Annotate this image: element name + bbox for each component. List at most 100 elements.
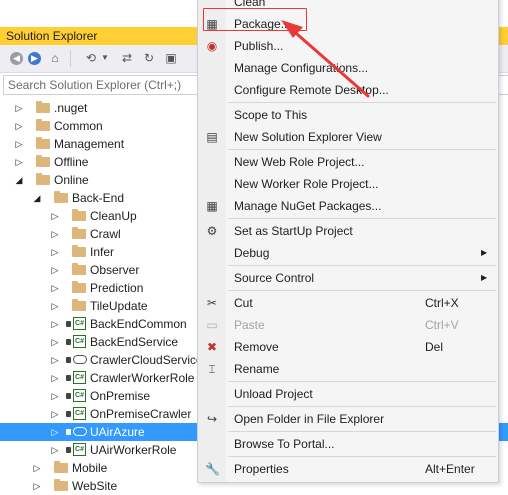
back-icon[interactable]: ◀ bbox=[10, 52, 23, 65]
menu-item-label: Publish... bbox=[234, 39, 284, 53]
expand-arrow-icon[interactable]: ▷ bbox=[50, 387, 60, 405]
menu-item-manage-nuget-packages[interactable]: ▦ Manage NuGet Packages... bbox=[198, 195, 498, 217]
menu-item-new-web-role-project[interactable]: New Web Role Project... bbox=[198, 151, 498, 173]
expand-arrow-icon[interactable]: ▷ bbox=[50, 243, 60, 261]
tree-item-label: Common bbox=[54, 119, 103, 133]
forward-icon[interactable]: ▶ bbox=[28, 52, 41, 65]
menu-item-new-solution-explorer-view[interactable]: ▤ New Solution Explorer View bbox=[198, 126, 498, 148]
menu-separator bbox=[228, 456, 496, 457]
expand-arrow-icon[interactable]: ▷ bbox=[14, 99, 24, 117]
menu-item-label: Properties bbox=[234, 462, 289, 476]
tree-item-label: UAirWorkerRole bbox=[90, 443, 177, 457]
tree-item-label: CrawlerCloudService bbox=[90, 353, 203, 367]
tree-item-label: OnPremise bbox=[90, 389, 151, 403]
expand-arrow-icon[interactable]: ▷ bbox=[50, 369, 60, 387]
menu-item-paste[interactable]: ▭ Paste Ctrl+V bbox=[198, 314, 498, 336]
expand-arrow-icon[interactable]: ▷ bbox=[14, 135, 24, 153]
home-icon[interactable]: ⌂ bbox=[48, 50, 62, 66]
submenu-arrow-icon: ▶ bbox=[481, 248, 488, 257]
highlight-box bbox=[203, 8, 307, 31]
menu-item-label: Debug bbox=[234, 246, 270, 260]
expand-arrow-icon[interactable]: ▷ bbox=[14, 117, 24, 135]
menu-item-scope-to-this[interactable]: Scope to This bbox=[198, 104, 498, 126]
menu-item-label: Unload Project bbox=[234, 387, 313, 401]
menu-item-shortcut: Ctrl+V bbox=[425, 318, 459, 332]
menu-item-source-control[interactable]: Source Control ▶ bbox=[198, 267, 498, 289]
expand-arrow-icon[interactable]: ▷ bbox=[50, 423, 60, 441]
menu-item-browse-to-portal[interactable]: Browse To Portal... bbox=[198, 433, 498, 455]
csharp-project-icon: C# bbox=[73, 443, 86, 456]
menu-separator bbox=[228, 431, 496, 432]
expand-arrow-icon[interactable]: ▷ bbox=[50, 405, 60, 423]
menu-item-cut[interactable]: ✂ Cut Ctrl+X bbox=[198, 292, 498, 314]
sync-icon[interactable]: ⇄ bbox=[120, 50, 134, 66]
expand-arrow-icon[interactable]: ▷ bbox=[50, 261, 60, 279]
menu-separator bbox=[228, 102, 496, 103]
history-icon[interactable]: ⟲ bbox=[84, 50, 98, 66]
tree-item-label: Online bbox=[54, 173, 89, 187]
nuget-icon: ▦ bbox=[206, 199, 218, 213]
cloud-project-icon bbox=[73, 427, 87, 436]
collapse-arrow-icon[interactable]: ◢ bbox=[14, 171, 24, 189]
menu-item-label: Source Control bbox=[234, 271, 315, 285]
csharp-project-icon: C# bbox=[73, 335, 86, 348]
expand-arrow-icon[interactable]: ▷ bbox=[50, 441, 60, 459]
menu-item-label: Scope to This bbox=[234, 108, 308, 122]
tree-item-label: Crawl bbox=[90, 227, 121, 241]
wrench-icon: 🔧 bbox=[205, 462, 220, 476]
folder-icon bbox=[54, 479, 68, 491]
menu-item-publish[interactable]: ◉ Publish... bbox=[198, 35, 498, 57]
menu-item-shortcut: Del bbox=[425, 340, 444, 354]
gear-icon: ⚙ bbox=[206, 224, 218, 238]
expand-arrow-icon[interactable]: ▷ bbox=[50, 279, 60, 297]
tree-item-label: Offline bbox=[54, 155, 89, 169]
cloud-project-icon bbox=[73, 355, 87, 364]
tree-item-label: TileUpdate bbox=[90, 299, 148, 313]
folder-icon bbox=[72, 227, 86, 239]
menu-item-label: New Solution Explorer View bbox=[234, 130, 382, 144]
tree-item-label: Back-End bbox=[72, 191, 125, 205]
csharp-project-icon: C# bbox=[73, 371, 86, 384]
menu-item-label: Cut bbox=[234, 296, 253, 310]
folder-icon bbox=[72, 263, 86, 275]
refresh-icon[interactable]: ↻ bbox=[142, 50, 156, 66]
menu-item-shortcut: Alt+Enter bbox=[425, 462, 475, 476]
open-folder-icon: ↪ bbox=[206, 412, 218, 426]
expand-arrow-icon[interactable]: ▷ bbox=[50, 333, 60, 351]
lock-icon bbox=[66, 375, 71, 381]
menu-item-remove[interactable]: ✖ Remove Del bbox=[198, 336, 498, 358]
tree-item-label: OnPremiseCrawler bbox=[90, 407, 192, 421]
expand-arrow-icon[interactable]: ▷ bbox=[50, 315, 60, 333]
expand-arrow-icon[interactable]: ▷ bbox=[50, 351, 60, 369]
menu-item-set-as-startup-project[interactable]: ⚙ Set as StartUp Project bbox=[198, 220, 498, 242]
menu-item-open-folder-in-file-explorer[interactable]: ↪ Open Folder in File Explorer bbox=[198, 408, 498, 430]
csharp-project-icon: C# bbox=[73, 317, 86, 330]
menu-item-label: Browse To Portal... bbox=[234, 437, 335, 451]
expand-arrow-icon[interactable]: ▷ bbox=[14, 153, 24, 171]
tree-item-label: UAirAzure bbox=[90, 425, 145, 439]
expand-arrow-icon[interactable]: ▷ bbox=[32, 477, 42, 495]
collapse-arrow-icon[interactable]: ◢ bbox=[32, 189, 42, 207]
menu-item-debug[interactable]: Debug ▶ bbox=[198, 242, 498, 264]
tree-item-label: CleanUp bbox=[90, 209, 137, 223]
menu-item-configure-remote-desktop[interactable]: Configure Remote Desktop... bbox=[198, 79, 498, 101]
tree-item-label: CrawlerWorkerRole bbox=[90, 371, 195, 385]
menu-item-shortcut: Ctrl+X bbox=[425, 296, 459, 310]
menu-item-properties[interactable]: 🔧 Properties Alt+Enter bbox=[198, 458, 498, 480]
folder-icon bbox=[36, 173, 50, 185]
menu-item-label: Remove bbox=[234, 340, 279, 354]
expand-arrow-icon[interactable]: ▷ bbox=[32, 459, 42, 477]
folder-icon bbox=[72, 281, 86, 293]
menu-item-unload-project[interactable]: Unload Project bbox=[198, 383, 498, 405]
lock-icon bbox=[66, 411, 71, 417]
menu-item-rename[interactable]: ⌶ Rename bbox=[198, 358, 498, 380]
collapse-all-icon[interactable]: ▣ bbox=[164, 50, 178, 66]
expand-arrow-icon[interactable]: ▷ bbox=[50, 297, 60, 315]
new-view-icon: ▤ bbox=[206, 130, 218, 144]
menu-item-new-worker-role-project[interactable]: New Worker Role Project... bbox=[198, 173, 498, 195]
menu-item-manage-configurations[interactable]: Manage Configurations... bbox=[198, 57, 498, 79]
folder-icon bbox=[36, 137, 50, 149]
expand-arrow-icon[interactable]: ▷ bbox=[50, 207, 60, 225]
chevron-down-icon[interactable]: ▼ bbox=[100, 50, 110, 66]
expand-arrow-icon[interactable]: ▷ bbox=[50, 225, 60, 243]
